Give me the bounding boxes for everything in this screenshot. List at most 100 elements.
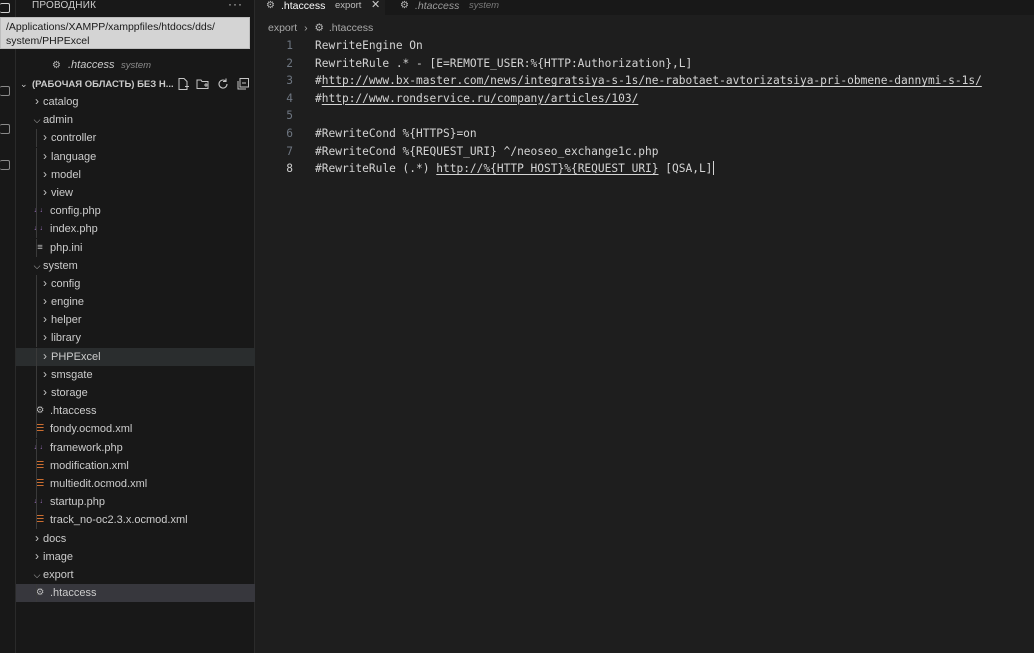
code-line[interactable]: 5 — [255, 107, 1034, 125]
code-line[interactable]: 7 #RewriteCond %{REQUEST_URI} ^/neoseo_ex… — [255, 143, 1034, 161]
open-editor-item[interactable]: ⚙ .htaccess system — [16, 58, 255, 74]
code-link[interactable]: http://www.bx-master.com/news/integratsi… — [322, 74, 982, 87]
collapse-all-icon[interactable] — [236, 77, 250, 91]
chevron-right-icon: › — [43, 348, 47, 363]
tree-folder[interactable]: › model — [16, 165, 255, 184]
search-icon[interactable] — [0, 86, 10, 96]
breadcrumb-folder[interactable]: export — [268, 22, 297, 34]
code-line[interactable]: 3 #http://www.bx-master.com/news/integrat… — [255, 72, 1034, 90]
code-token: RewriteEngine On — [315, 39, 423, 52]
line-text: #http://www.bx-master.com/news/integrats… — [315, 72, 982, 90]
indent-guide — [36, 220, 37, 239]
tree-file[interactable]: ♩♩ startup.php — [16, 493, 255, 512]
tree-file[interactable]: ♩♩ framework.php — [16, 438, 255, 457]
code-token: # — [315, 74, 322, 88]
code-line[interactable]: 2 RewriteRule .* - [E=REMOTE_USER:%{HTTP:… — [255, 55, 1034, 73]
code-line[interactable]: 4 #http://www.rondservice.ru/company/arti… — [255, 90, 1034, 108]
tree-folder[interactable]: › controller — [16, 129, 255, 148]
tree-folder[interactable]: › view — [16, 183, 255, 202]
tree-item-label: php.ini — [50, 241, 83, 254]
tree-item-label: track_no-oc2.3.x.ocmod.xml — [50, 514, 188, 527]
workspace-header[interactable]: ⌄ (РАБОЧАЯ ОБЛАСТЬ) БЕЗ Н... — [16, 76, 255, 93]
indent-guide — [36, 402, 37, 421]
tree-item-label: model — [51, 168, 81, 181]
tree-file[interactable]: ☰ track_no-oc2.3.x.ocmod.xml — [16, 511, 255, 530]
tree-folder[interactable]: › PHPExcel — [16, 347, 255, 366]
chevron-right-icon: › — [43, 148, 47, 163]
tree-item-label: system — [43, 259, 78, 272]
tree-item-label: index.php — [50, 223, 98, 236]
indent-guide — [36, 311, 37, 330]
indent-guide — [36, 493, 37, 512]
tree-folder[interactable]: › engine — [16, 293, 255, 312]
indent-guide — [36, 183, 37, 202]
indent-guide — [36, 293, 37, 312]
tree-folder[interactable]: › storage — [16, 384, 255, 402]
new-folder-icon[interactable] — [196, 77, 210, 91]
tree-file[interactable]: ⚙ .htaccess — [16, 402, 255, 421]
code-line[interactable]: 6 #RewriteCond %{HTTPS}=on — [255, 125, 1034, 143]
tree-file[interactable]: ♩♩ index.php — [16, 220, 255, 239]
tree-folder[interactable]: › language — [16, 147, 255, 166]
line-text: #RewriteCond %{HTTPS}=on — [315, 125, 477, 143]
close-icon[interactable]: ✕ — [371, 0, 380, 11]
breadcrumb-file[interactable]: .htaccess — [329, 22, 373, 34]
tree-file[interactable]: ☰ multiedit.ocmod.xml — [16, 474, 255, 493]
tree-item-label: modification.xml — [50, 459, 129, 472]
chevron-right-icon: › — [35, 548, 39, 563]
indent-guide — [36, 438, 37, 457]
tab-htaccess-export[interactable]: ⚙ .htaccess export ✕ — [255, 0, 385, 15]
tree-folder[interactable]: › config — [16, 274, 255, 293]
tree-folder[interactable]: ⌵ system — [16, 257, 255, 275]
source-control-icon[interactable] — [0, 124, 10, 134]
tree-item-label: storage — [51, 387, 88, 399]
code-link[interactable]: http://www.rondservice.ru/company/articl… — [322, 92, 639, 105]
more-actions-icon[interactable]: ··· — [228, 0, 243, 11]
tree-file[interactable]: ⚙ .htaccess — [16, 584, 255, 603]
code-editor[interactable]: 1 RewriteEngine On 2 RewriteRule .* - [E=RE… — [255, 37, 1034, 178]
gear-icon: ⚙ — [52, 60, 61, 71]
chevron-right-icon: › — [35, 530, 39, 545]
code-line[interactable]: 1 RewriteEngine On — [255, 37, 1034, 55]
explorer-icon[interactable] — [0, 3, 10, 13]
tree-file[interactable]: ≡ php.ini — [16, 238, 255, 257]
chevron-right-icon: › — [43, 184, 47, 199]
tree-file[interactable]: ♩♩ config.php — [16, 202, 255, 221]
refresh-icon[interactable] — [216, 77, 230, 91]
extensions-icon[interactable] — [0, 160, 10, 170]
code-token: #RewriteRule (.*) — [315, 162, 437, 176]
tree-item-label: multiedit.ocmod.xml — [50, 477, 148, 490]
tree-folder[interactable]: › library — [16, 329, 255, 348]
chevron-right-icon: › — [43, 312, 47, 327]
gear-icon: ⚙ — [266, 0, 275, 11]
chevron-right-icon: › — [35, 94, 39, 108]
indent-guide — [36, 202, 37, 221]
new-file-icon[interactable] — [176, 77, 190, 91]
indent-guide — [36, 329, 37, 348]
tree-folder[interactable]: › catalog — [16, 93, 255, 111]
code-line[interactable]: 8 #RewriteRule (.*) http://%{HTTP_HOST}%{… — [255, 160, 1034, 178]
line-number: 7 — [286, 144, 293, 158]
chevron-down-icon: ⌵ — [33, 115, 41, 126]
tree-file[interactable]: ☰ fondy.ocmod.xml — [16, 420, 255, 439]
code-token: #RewriteCond %{HTTPS}=on — [315, 126, 477, 140]
tab-htaccess-system[interactable]: ⚙ .htaccess system — [385, 0, 525, 15]
line-number: 6 — [286, 126, 293, 140]
tree-item-label: config — [51, 277, 81, 290]
tree-folder[interactable]: › image — [16, 548, 255, 566]
tree-item-label: image — [43, 550, 73, 563]
tree-folder[interactable]: › helper — [16, 311, 255, 330]
gear-icon: ⚙ — [314, 22, 324, 34]
tree-folder[interactable]: › docs — [16, 530, 255, 548]
tree-item-label: smsgate — [51, 368, 93, 381]
tree-folder[interactable]: ⌵ export — [16, 566, 255, 584]
open-editor-name: .htaccess — [68, 59, 115, 71]
indent-guide — [36, 347, 37, 366]
tree-folder[interactable]: › smsgate — [16, 365, 255, 384]
tree-file[interactable]: ☰ modification.xml — [16, 456, 255, 475]
tree-folder[interactable]: ⌵ admin — [16, 111, 255, 129]
breadcrumb: export › ⚙ .htaccess — [268, 22, 377, 36]
indent-guide — [36, 420, 37, 439]
code-link[interactable]: http://%{HTTP_HOST}%{REQUEST_URI} — [436, 162, 658, 175]
breadcrumb-separator: › — [304, 22, 308, 34]
